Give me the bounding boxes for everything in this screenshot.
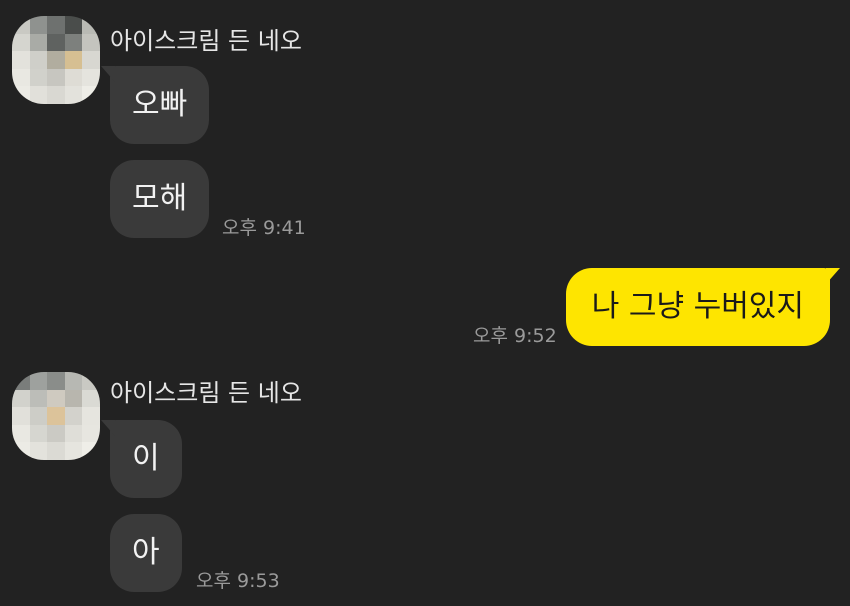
message-timestamp: 오후 9:41: [222, 217, 306, 239]
received-message-bubble[interactable]: 오빠: [100, 66, 210, 144]
profile-avatar[interactable]: [12, 372, 100, 460]
message-timestamp: 오후 9:52: [473, 325, 557, 347]
received-message-bubble[interactable]: 모해: [110, 160, 210, 238]
received-message-bubble[interactable]: 아: [110, 514, 182, 592]
message-timestamp: 오후 9:53: [196, 570, 280, 592]
chat-window: 아이스크림 든 네오 오빠 모해 오후 9:41 나 그냥 누버있지 오후 9:…: [0, 0, 850, 606]
received-message-bubble[interactable]: 이: [101, 420, 182, 498]
sender-name: 아이스크림 든 네오: [110, 379, 302, 407]
sender-name: 아이스크림 든 네오: [110, 27, 302, 55]
profile-avatar[interactable]: [12, 16, 100, 104]
sent-message-bubble[interactable]: 나 그냥 누버있지: [565, 268, 841, 346]
